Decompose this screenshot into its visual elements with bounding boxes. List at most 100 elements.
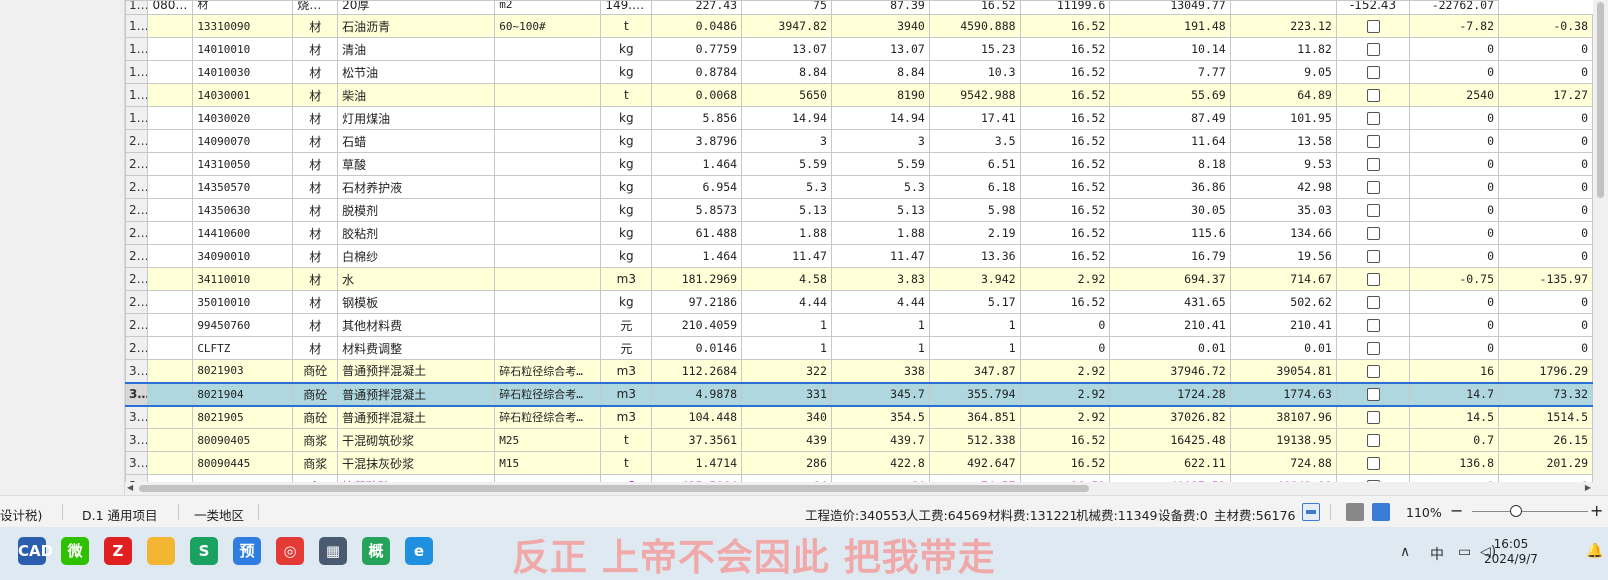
cell-amt1[interactable]: 40037.53 (1109, 474, 1231, 482)
cell-qty[interactable]: 181.2969 (651, 267, 743, 291)
cell-code[interactable]: 8021903 (192, 359, 294, 383)
cell-amt2[interactable]: 11.82 (1229, 37, 1337, 61)
row-checkbox-cell[interactable] (1335, 290, 1411, 314)
cell-amt1[interactable]: 191.48 (1109, 14, 1231, 38)
cell-d2[interactable]: 0 (1498, 244, 1593, 268)
cell-amt2[interactable]: 38107.96 (1229, 405, 1337, 429)
cell-rate[interactable]: 16.52 (1019, 290, 1111, 314)
cell-p1[interactable]: 1 (741, 336, 832, 360)
cell-spec[interactable]: 碎石粒径综合考… (494, 359, 602, 383)
table-row[interactable]: 31 8021904 商砼 普通预拌混凝土 碎石粒径综合考… m3 4.9878 331 345… (125, 381, 1593, 407)
cell-type[interactable]: 材 (292, 152, 339, 176)
row-checkbox-cell[interactable] (1335, 267, 1411, 291)
cell-qty[interactable]: 37.3561 (651, 428, 743, 452)
cell-amt2[interactable]: 13.58 (1229, 129, 1337, 153)
cell-p2[interactable]: 1.88 (830, 221, 930, 245)
cell-qty[interactable]: 210.4059 (651, 313, 743, 337)
cell-type[interactable]: 材 (292, 336, 339, 360)
cell-qty[interactable]: 0.0068 (651, 83, 743, 107)
table-row[interactable]: 32 8021905 商砼 普通预拌混凝土 碎石粒径综合考… m3 104.448 340 35… (125, 405, 1593, 429)
cell-amt2[interactable]: 9.53 (1229, 152, 1337, 176)
cell-amt1[interactable]: 622.11 (1109, 451, 1231, 475)
table-row[interactable]: 17 14010030 材松节油 kg 0.8784 8.84 8.84 10.3 16.52 7… (125, 60, 1593, 84)
cell-unit[interactable]: kg (600, 60, 653, 84)
cell-name[interactable]: 干混砌筑砂浆 (337, 428, 496, 452)
cell-d2[interactable]: 0 (1498, 221, 1593, 245)
cell-d2[interactable]: 0 (1498, 60, 1593, 84)
table-row[interactable]: 24 14410600 材胶粘剂 kg 61.488 1.88 1.88 2.19 16.52 1… (125, 221, 1593, 245)
cell-type[interactable]: 商浆 (292, 451, 339, 475)
cell-amt2[interactable]: 1774.63 (1229, 381, 1337, 407)
row-checkbox[interactable] (1366, 319, 1380, 332)
cell-type[interactable]: 材 (292, 83, 339, 107)
table-row[interactable]: 33 80090405 商浆 干混砌筑砂浆 M25 t 37.3561 439 439.7 512… (125, 428, 1593, 452)
material-price-grid[interactable]: 14080300500l材烧面芝麻灰花岗石20厚m2149.328227.437… (125, 0, 1593, 482)
cell-p1[interactable]: 439 (741, 428, 832, 452)
cell-p1[interactable]: 331 (741, 381, 832, 407)
cell-p2[interactable]: 354.5 (830, 405, 930, 429)
cell-p3[interactable]: 13.36 (928, 244, 1021, 268)
vertical-scroll-thumb[interactable] (1597, 2, 1604, 198)
cell-name[interactable]: 水 (337, 267, 496, 291)
cell-type[interactable]: 材 (292, 60, 339, 84)
cell-amt1[interactable]: 1724.28 (1109, 381, 1231, 407)
tray-network-icon[interactable]: ▭ (1458, 544, 1471, 560)
cell-d2[interactable]: 17.27 (1498, 83, 1593, 107)
cell-unit[interactable]: kg (600, 221, 653, 245)
cell-p1[interactable]: 322 (741, 359, 832, 383)
cell-type[interactable]: 材 (292, 244, 339, 268)
cell-name[interactable]: 其他材料费 (337, 313, 496, 337)
cell-code[interactable]: 13310090 (192, 14, 294, 38)
table-row-partial[interactable]: 14080300500l材烧面芝麻灰花岗石20厚m2149.328227.437… (125, 0, 1593, 15)
cell-amt1[interactable]: 115.6 (1109, 221, 1231, 245)
cell-spec[interactable] (494, 221, 602, 245)
scroll-left-icon[interactable]: ◀ (127, 483, 133, 492)
table-row[interactable]: 29 CLFTZ 材材料费调整元 0.0146 1 1 1 0 0.01 0.01 0 0 (125, 336, 1593, 360)
row-checkbox[interactable] (1366, 434, 1380, 447)
cell-amt2[interactable]: 19138.95 (1229, 428, 1337, 452)
row-checkbox[interactable] (1366, 66, 1380, 79)
cell-amt2[interactable]: 223.12 (1229, 14, 1337, 38)
cell-amt1[interactable]: 16.79 (1109, 244, 1231, 268)
cell-amt1[interactable]: 55.69 (1109, 83, 1231, 107)
cell-p2[interactable]: 8190 (830, 83, 930, 107)
cell-p3[interactable]: 1 (928, 336, 1021, 360)
row-checkbox[interactable] (1366, 273, 1380, 286)
table-row[interactable]: 15 13310090 材石油沥青 60~100# t 0.0486 3947.82 3940… (125, 14, 1593, 38)
cell-code[interactable]: 14030020 (192, 106, 294, 130)
cell-unit[interactable]: t (600, 14, 653, 38)
taskbar-app-icon[interactable]: CAD (18, 537, 53, 565)
row-checkbox-cell[interactable] (1335, 14, 1411, 38)
cell-p3[interactable]: 5.17 (928, 290, 1021, 314)
cell-rate[interactable]: 16.52 (1019, 129, 1111, 153)
cell-p2[interactable]: 5.3 (830, 175, 930, 199)
table-row[interactable]: 16 14010010 材清油 kg 0.7759 13.07 13.07 15.23 16.5… (125, 37, 1593, 61)
cell-amt2[interactable]: 35.03 (1229, 198, 1337, 222)
cell-d1[interactable]: 16 (1409, 359, 1499, 383)
zoom-out-button[interactable]: − (1450, 501, 1463, 520)
row-checkbox[interactable] (1366, 250, 1380, 263)
cell-type[interactable]: 材 (292, 313, 339, 337)
cell-qty[interactable]: 1.464 (651, 152, 743, 176)
cell-d2[interactable]: 26.15 (1498, 428, 1593, 452)
cell-amt1[interactable]: 0.01 (1109, 336, 1231, 360)
cell-p3[interactable]: 74.57 (928, 474, 1021, 482)
cell-qty[interactable]: 0.8784 (651, 60, 743, 84)
tray-ime-indicator[interactable]: 中 (1430, 544, 1444, 564)
row-checkbox-cell[interactable] (1335, 451, 1411, 475)
cell-amt2[interactable]: 0.01 (1229, 336, 1337, 360)
cell-d1[interactable]: 0.7 (1409, 428, 1499, 452)
row-checkbox[interactable] (1366, 89, 1380, 102)
cell-amt2[interactable]: 9.05 (1229, 60, 1337, 84)
cell-p1[interactable]: 5650 (741, 83, 832, 107)
cell-rate[interactable]: 16.52 (1019, 221, 1111, 245)
cell-d2[interactable]: 0 (1498, 175, 1593, 199)
cell-d1[interactable]: -0.75 (1409, 267, 1499, 291)
cell-name[interactable]: 石蜡 (337, 129, 496, 153)
cell-rate[interactable]: 2.92 (1019, 267, 1111, 291)
cell-type[interactable]: 主 (292, 474, 339, 482)
scroll-right-icon[interactable]: ▶ (1585, 483, 1591, 492)
cell-d1[interactable]: 0 (1409, 37, 1499, 61)
cell-rate[interactable]: 16.52 (1019, 474, 1111, 482)
cell-name[interactable]: 灯用煤油 (337, 106, 496, 130)
